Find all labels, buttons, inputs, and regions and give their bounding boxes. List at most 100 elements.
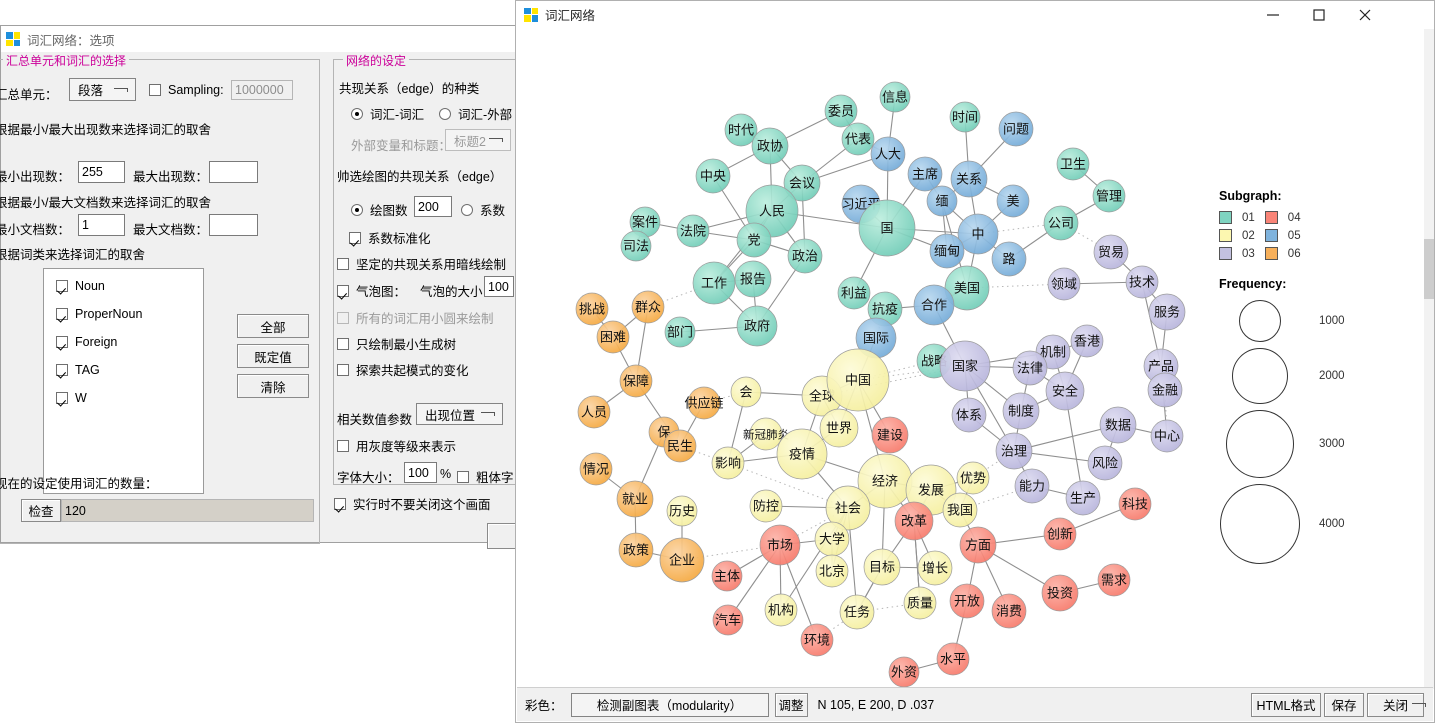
network-node[interactable]: 时代	[724, 113, 758, 147]
adjust-button[interactable]: 调整	[774, 692, 808, 717]
minimize-button[interactable]	[1250, 1, 1296, 28]
rel-param-combo[interactable]: 出现位置	[416, 403, 503, 425]
network-node[interactable]: 政协	[751, 127, 789, 165]
network-node[interactable]: 报告	[734, 260, 772, 298]
network-node[interactable]: 领域	[1047, 267, 1081, 301]
color-mode-combo[interactable]: 检测副图表（modularity）	[570, 692, 1426, 717]
radio-word-external[interactable]: 词汇-外部	[439, 104, 512, 123]
network-node[interactable]: 人大	[870, 136, 906, 172]
network-node[interactable]: 目标	[863, 548, 901, 586]
network-node[interactable]: 政治	[787, 238, 823, 274]
network-node[interactable]: 北京	[815, 554, 849, 588]
network-node[interactable]: 问题	[998, 111, 1034, 147]
bubble-size-input[interactable]: 100	[484, 276, 514, 297]
network-node[interactable]: 金融	[1147, 372, 1183, 408]
network-node[interactable]: 情况	[579, 452, 613, 486]
network-node[interactable]: 生产	[1065, 480, 1101, 516]
network-node[interactable]: 美	[996, 184, 1030, 218]
network-node[interactable]: 挑战	[575, 292, 609, 326]
cb-min-spanning-tree[interactable]: 只绘制最小生成树	[337, 334, 456, 353]
select-all-button[interactable]: 全部	[237, 314, 309, 338]
network-node[interactable]: 我国	[942, 492, 978, 528]
network-node[interactable]: 国	[858, 199, 916, 257]
network-node[interactable]: 安全	[1045, 371, 1085, 411]
pos-item-propernoun[interactable]: ProperNoun	[56, 307, 142, 321]
pos-item-w[interactable]: W	[56, 391, 87, 405]
check-button[interactable]: 检查	[21, 499, 61, 522]
network-node[interactable]: 代表	[841, 122, 875, 156]
cb-explore-pattern[interactable]: 探索共起模式的变化	[337, 360, 469, 379]
network-node[interactable]: 任务	[839, 594, 875, 630]
network-node[interactable]: 公司	[1043, 205, 1079, 241]
network-node[interactable]: 市场	[759, 524, 801, 566]
network-node[interactable]: 消费	[991, 593, 1027, 629]
network-node[interactable]: 水平	[936, 642, 970, 676]
cb-normalize-coefficient[interactable]: 系数标准化	[349, 228, 431, 247]
default-values-button[interactable]: 既定值	[237, 344, 309, 368]
cb-grayscale-levels[interactable]: 用灰度等级来表示	[337, 436, 456, 455]
network-node[interactable]: 改革	[894, 501, 934, 541]
network-node[interactable]: 质量	[903, 586, 937, 620]
network-node[interactable]: 投资	[1041, 574, 1079, 612]
radio-word-word[interactable]: 词汇-词汇	[351, 104, 424, 123]
network-node[interactable]: 政策	[618, 532, 654, 568]
network-node[interactable]: 体系	[951, 397, 987, 433]
network-node[interactable]: 部门	[664, 316, 696, 348]
close-button[interactable]	[1342, 1, 1388, 28]
cb-all-small-circles[interactable]: 所有的词汇用小圆来绘制	[337, 308, 494, 327]
network-node[interactable]: 历史	[666, 495, 698, 527]
network-node[interactable]: 机构	[764, 593, 798, 627]
network-node[interactable]: 数据	[1099, 406, 1137, 444]
min-doc-input[interactable]: 1	[78, 214, 125, 236]
network-canvas[interactable]: 委员 信息 时代 政协 代表 时间 问题 人大 中央 会议 主席 关系美卫生 人民 习近平国缅管理 公司 案件…	[517, 29, 1425, 689]
network-node[interactable]: 制度	[1002, 392, 1040, 430]
network-node[interactable]: 中国	[826, 348, 890, 412]
network-node[interactable]: 风险	[1087, 445, 1123, 481]
sampling-checkbox[interactable]: Sampling:	[149, 83, 224, 97]
network-node[interactable]: 技术	[1125, 265, 1159, 299]
network-node[interactable]: 时间	[949, 101, 981, 133]
network-node[interactable]: 治理	[995, 432, 1033, 470]
network-node[interactable]: 增长	[917, 550, 953, 586]
network-node[interactable]: 党	[736, 222, 772, 258]
sampling-input[interactable]: 1000000	[231, 80, 293, 100]
external-var-combo[interactable]: 标题2	[445, 129, 511, 151]
html-format-button[interactable]: HTML格式	[1251, 692, 1321, 717]
network-node[interactable]: 人员	[577, 395, 611, 429]
network-node[interactable]: 防控	[749, 489, 783, 523]
network-node[interactable]: 缅甸	[929, 233, 965, 269]
network-node[interactable]: 委员	[824, 94, 858, 128]
pos-item-foreign[interactable]: Foreign	[56, 335, 117, 349]
scrollbar-thumb[interactable]	[1424, 239, 1434, 299]
network-node[interactable]: 疫情	[776, 428, 828, 480]
network-node[interactable]: 开放	[949, 583, 985, 619]
network-vertical-scrollbar[interactable]	[1424, 29, 1434, 689]
network-node[interactable]: 科技	[1118, 487, 1152, 521]
network-node[interactable]: 贸易	[1093, 234, 1129, 270]
edge-count-input[interactable]: 200	[414, 196, 452, 217]
network-node[interactable]: 困难	[596, 320, 630, 354]
cb-bubble-chart[interactable]: 气泡图：	[337, 281, 406, 300]
network-node[interactable]: 工作	[692, 261, 736, 305]
network-node[interactable]: 合作	[913, 284, 955, 326]
network-node[interactable]: 优势	[956, 461, 990, 495]
network-node[interactable]: 会	[730, 376, 762, 408]
network-node[interactable]: 主席	[907, 156, 943, 192]
network-node[interactable]: 路	[991, 241, 1027, 277]
network-node[interactable]: 方面	[959, 526, 997, 564]
network-node[interactable]: 管理	[1092, 179, 1126, 213]
network-node[interactable]: 主体	[711, 560, 743, 592]
network-node[interactable]: 关系	[950, 160, 988, 198]
network-node[interactable]: 外资	[888, 656, 920, 688]
network-node[interactable]: 利益	[837, 276, 871, 310]
network-node[interactable]: 大学	[814, 521, 850, 557]
font-size-input[interactable]: 100	[404, 462, 437, 483]
pos-item-tag[interactable]: TAG	[56, 363, 100, 377]
network-node[interactable]: 民生	[663, 429, 697, 463]
network-nodes[interactable]: 委员信息时代政协 代表时间问题人大中央 会议主席 关系美卫生人民 习近平国缅 管理公司案件…	[575, 81, 1186, 688]
network-node[interactable]: 信息	[879, 81, 911, 113]
network-node[interactable]: 中央	[695, 158, 731, 194]
max-doc-input[interactable]	[209, 214, 258, 236]
network-node[interactable]: 供应链	[684, 386, 724, 420]
unit-combo[interactable]: 段落	[69, 78, 136, 101]
